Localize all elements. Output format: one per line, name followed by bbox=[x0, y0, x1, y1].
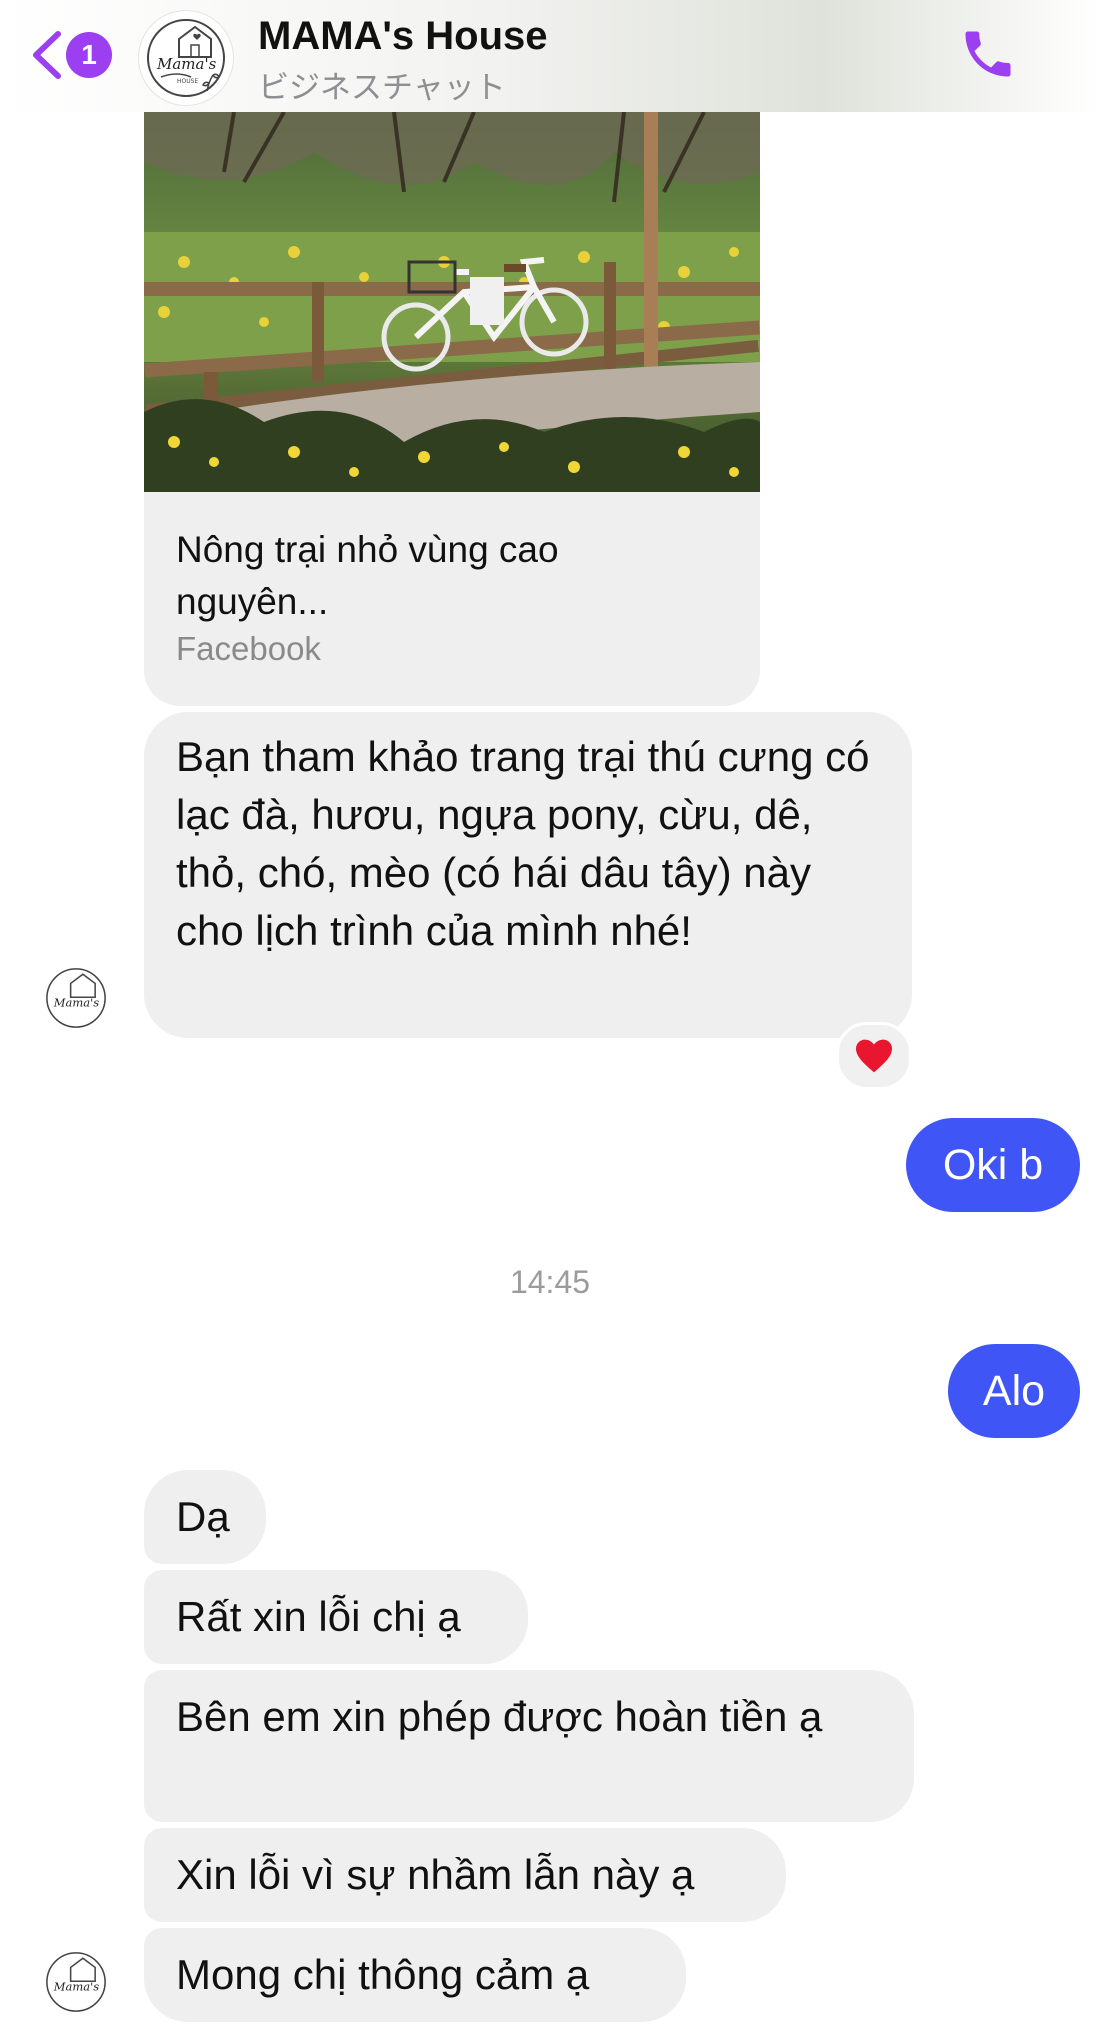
phone-icon bbox=[965, 31, 1011, 77]
call-button[interactable] bbox=[958, 24, 1018, 88]
farm-preview-image bbox=[144, 112, 760, 492]
message-text: Alo bbox=[982, 1367, 1046, 1415]
message-text: Rất xin lỗi chị ạ bbox=[176, 1593, 461, 1640]
mamas-house-logo: Mama's bbox=[46, 1952, 106, 2012]
message-timestamp: 14:45 bbox=[509, 1264, 591, 1300]
incoming-message[interactable]: Mong chị thông cảm ạ bbox=[144, 1928, 686, 2022]
incoming-message[interactable]: Xin lỗi vì sự nhầm lẫn này ạ bbox=[144, 1828, 786, 1922]
sender-avatar[interactable]: Mama's bbox=[40, 962, 112, 1034]
chat-header: 1 Mama's HOUSE MAMA's House ビジネスチャット bbox=[0, 0, 1100, 112]
link-card-title: Nông trại nhỏ vùng cao nguyên... bbox=[176, 529, 559, 622]
incoming-message[interactable]: Rất xin lỗi chị ạ bbox=[144, 1570, 528, 1664]
link-card-source: Facebook bbox=[176, 630, 321, 667]
incoming-message[interactable]: Dạ bbox=[144, 1470, 266, 1564]
outgoing-message[interactable]: Oki b bbox=[906, 1118, 1080, 1212]
incoming-message[interactable]: Bạn tham khảo trang trại thú cưng có lạc… bbox=[144, 712, 912, 1038]
message-text: Bạn tham khảo trang trại thú cưng có lạc… bbox=[176, 733, 870, 954]
message-text: Oki b bbox=[942, 1141, 1044, 1189]
chat-subtitle: ビジネスチャット bbox=[258, 70, 506, 105]
message-text: Xin lỗi vì sự nhầm lẫn này ạ bbox=[176, 1851, 695, 1898]
outgoing-message[interactable]: Alo bbox=[948, 1344, 1080, 1438]
back-button[interactable]: 1 bbox=[30, 26, 120, 86]
mamas-house-logo: Mama's HOUSE bbox=[147, 19, 225, 97]
chat-title[interactable]: MAMA's House bbox=[258, 14, 548, 59]
link-preview-card[interactable]: Nông trại nhỏ vùng cao nguyên... Faceboo… bbox=[144, 112, 760, 706]
svg-text:HOUSE: HOUSE bbox=[177, 78, 198, 85]
sender-avatar[interactable]: Mama's bbox=[40, 1946, 112, 2018]
message-text: Mong chị thông cảm ạ bbox=[176, 1951, 590, 1998]
reaction-badge[interactable] bbox=[836, 1022, 912, 1090]
message-text: Dạ bbox=[176, 1493, 230, 1540]
incoming-message[interactable]: Bên em xin phép được hoàn tiền ạ bbox=[144, 1670, 914, 1822]
message-text: Bên em xin phép được hoàn tiền ạ bbox=[176, 1693, 823, 1740]
unread-badge: 1 bbox=[66, 32, 112, 78]
chevron-left-icon bbox=[33, 31, 61, 79]
svg-text:Mama's: Mama's bbox=[53, 1979, 99, 1993]
svg-text:Mama's: Mama's bbox=[156, 55, 217, 73]
mamas-house-logo: Mama's bbox=[46, 968, 106, 1028]
business-avatar[interactable]: Mama's HOUSE bbox=[138, 10, 234, 106]
heart-icon bbox=[856, 1039, 892, 1073]
svg-text:Mama's: Mama's bbox=[53, 995, 99, 1009]
